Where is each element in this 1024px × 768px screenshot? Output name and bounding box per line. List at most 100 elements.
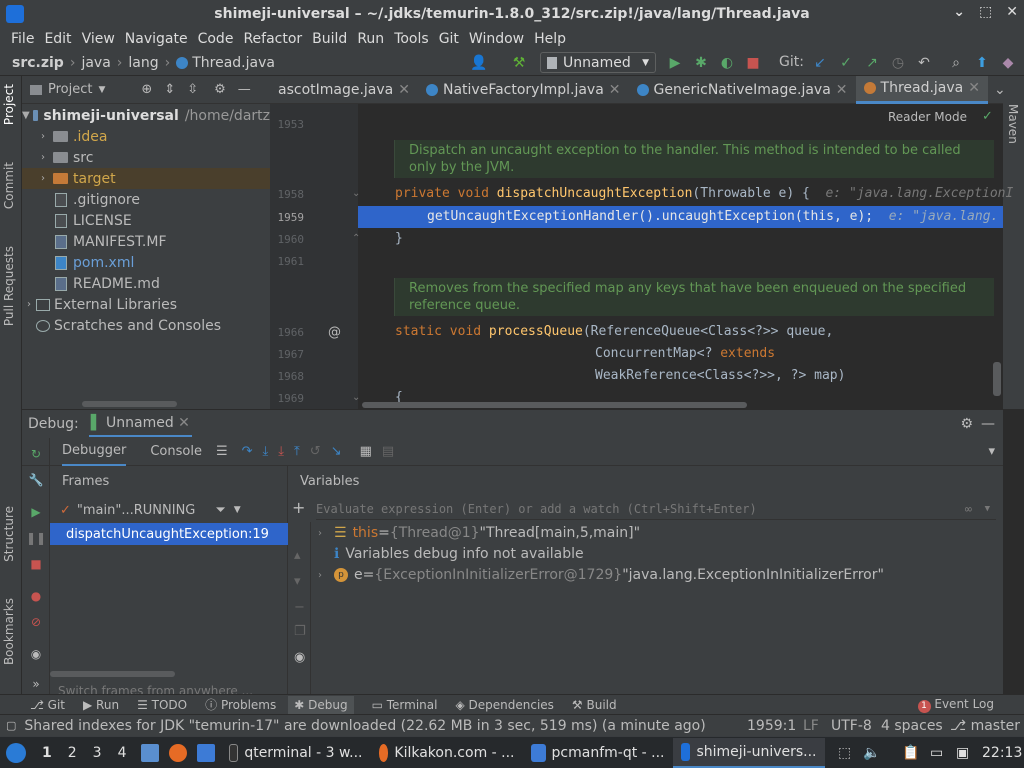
- collapse-all-icon[interactable]: ⇳: [187, 82, 198, 97]
- copy-icon[interactable]: ❐: [294, 624, 306, 639]
- task-firefox[interactable]: Kilkakon.com - ...: [371, 738, 523, 768]
- git-push-icon[interactable]: ↗: [861, 52, 883, 74]
- debug-icon[interactable]: ✱: [690, 52, 712, 74]
- down-icon[interactable]: ▾: [294, 574, 301, 589]
- step-out-icon[interactable]: ⤒: [294, 444, 300, 459]
- tab-debugger[interactable]: Debugger: [62, 437, 127, 466]
- breadcrumb-java[interactable]: java: [81, 55, 110, 71]
- clock[interactable]: 22:13: [982, 745, 1022, 761]
- file-encoding[interactable]: UTF-8: [831, 718, 872, 734]
- tool-dependencies[interactable]: ◈ Dependencies: [455, 698, 553, 712]
- tree-item-readme[interactable]: README.md: [22, 273, 270, 294]
- menu-navigate[interactable]: Navigate: [120, 31, 193, 47]
- git-branch[interactable]: ⎇ master: [950, 718, 1020, 734]
- tree-item-pom[interactable]: pom.xml: [22, 252, 270, 273]
- rollback-icon[interactable]: ↶: [913, 52, 935, 74]
- tool-debug[interactable]: ✱ Debug: [288, 695, 354, 714]
- gear-icon[interactable]: ⚙: [214, 82, 226, 97]
- menu-refactor[interactable]: Refactor: [238, 31, 307, 47]
- horizontal-scrollbar[interactable]: [82, 401, 177, 407]
- fold-icon[interactable]: ⌃: [352, 233, 360, 244]
- pause-icon[interactable]: ❚❚: [26, 530, 46, 546]
- gear-icon[interactable]: ⚙: [960, 416, 973, 432]
- settings-icon[interactable]: 🔧: [28, 472, 44, 488]
- stop-icon[interactable]: ■: [742, 52, 764, 74]
- user-icon[interactable]: 👤: [468, 52, 490, 74]
- strip-structure[interactable]: Structure: [2, 506, 16, 562]
- strip-maven[interactable]: Maven: [1006, 104, 1020, 144]
- build-hammer-icon[interactable]: ⚒: [508, 52, 530, 74]
- menu-window[interactable]: Window: [464, 31, 529, 47]
- minus-icon[interactable]: −: [294, 600, 305, 615]
- display-icon[interactable]: ▭: [930, 745, 943, 761]
- menu-tools[interactable]: Tools: [389, 31, 434, 47]
- strip-pull-requests[interactable]: Pull Requests: [2, 246, 16, 326]
- menu-help[interactable]: Help: [529, 31, 571, 47]
- camera-icon[interactable]: ◉: [28, 646, 44, 662]
- var-row-e[interactable]: › p e = {ExceptionInInitializerError@172…: [318, 567, 884, 583]
- thread-select[interactable]: ✓ "main"...RUNNING ⏷ ▼: [50, 499, 288, 521]
- status-message[interactable]: Shared indexes for JDK "temurin-17" are …: [24, 718, 705, 734]
- chevron-down-icon[interactable]: ▼: [98, 85, 105, 95]
- update-icon[interactable]: ⬆: [971, 52, 993, 74]
- workspace-4[interactable]: 4: [118, 745, 127, 761]
- step-into-icon[interactable]: ⤓: [263, 444, 269, 459]
- watch-icon[interactable]: ◉: [294, 650, 305, 665]
- layout-icon[interactable]: ▾: [988, 444, 995, 459]
- add-watch-icon[interactable]: +: [292, 498, 305, 517]
- minimize-icon[interactable]: ⌄: [953, 4, 965, 20]
- event-log[interactable]: 1 Event Log: [917, 697, 994, 713]
- tab-thread[interactable]: Thread.java ✕: [855, 75, 988, 104]
- tree-scratches[interactable]: Scratches and Consoles: [22, 315, 270, 336]
- breadcrumb-lang[interactable]: lang: [128, 55, 158, 71]
- view-breakpoints-icon[interactable]: ●: [28, 588, 44, 604]
- run-icon[interactable]: ▶: [664, 52, 686, 74]
- run-to-cursor-icon[interactable]: ↘: [331, 444, 342, 459]
- strip-commit[interactable]: Commit: [2, 162, 16, 209]
- task-pcmanfm[interactable]: pcmanfm-qt - ...: [523, 738, 673, 768]
- fold-icon[interactable]: ⌄: [352, 188, 360, 199]
- clipboard-icon[interactable]: 📋: [902, 745, 919, 761]
- strip-project[interactable]: Project: [2, 84, 16, 125]
- reader-mode-toggle[interactable]: Reader Mode: [888, 110, 967, 124]
- evaluate-icon[interactable]: ▦: [360, 444, 372, 459]
- close-icon[interactable]: ✕: [1006, 4, 1018, 20]
- tree-item-license[interactable]: LICENSE: [22, 210, 270, 231]
- line-separator[interactable]: LF: [803, 718, 819, 734]
- menu-edit[interactable]: Edit: [39, 31, 76, 47]
- tree-root[interactable]: ▼ shimeji-universal /home/dartz: [22, 105, 270, 126]
- tool-terminal[interactable]: ▭ Terminal: [372, 698, 438, 712]
- glasses-icon[interactable]: ∞: [965, 502, 972, 516]
- search-icon[interactable]: ⌕: [945, 52, 967, 74]
- tool-run[interactable]: ▶ Run: [83, 698, 119, 712]
- tabs-dropdown-icon[interactable]: ⌄: [994, 82, 1006, 98]
- tree-item-gitignore[interactable]: .gitignore: [22, 189, 270, 210]
- tool-problems[interactable]: ⓘ Problems: [205, 696, 276, 713]
- breadcrumb-srczip[interactable]: src.zip: [12, 55, 64, 71]
- locate-icon[interactable]: ⊕: [141, 82, 152, 97]
- workspace-2[interactable]: 2: [68, 745, 77, 761]
- stop-icon[interactable]: ■: [28, 556, 44, 572]
- git-update-icon[interactable]: ↙: [809, 52, 831, 74]
- up-icon[interactable]: ▴: [294, 548, 301, 563]
- tree-item-idea[interactable]: › .idea: [22, 126, 270, 147]
- menu-git[interactable]: Git: [434, 31, 464, 47]
- hide-icon[interactable]: —: [981, 416, 995, 432]
- menu-build[interactable]: Build: [307, 31, 352, 47]
- force-step-into-icon[interactable]: ⤓: [278, 444, 284, 459]
- menu-file[interactable]: File: [6, 31, 39, 47]
- tab-generic-native[interactable]: GenericNativeImage.java ✕: [629, 76, 856, 104]
- trace-icon[interactable]: ▤: [382, 444, 394, 459]
- tray-app-icon[interactable]: ▣: [956, 745, 969, 761]
- run-config-select[interactable]: Unnamed ▼: [540, 52, 656, 73]
- fold-icon[interactable]: ⌄: [352, 392, 360, 403]
- drop-frame-icon[interactable]: ↺: [310, 444, 321, 459]
- indent-setting[interactable]: 4 spaces: [881, 718, 943, 734]
- project-view-select[interactable]: Project: [48, 82, 92, 97]
- maximize-icon[interactable]: ⬚: [979, 4, 992, 20]
- strip-bookmarks[interactable]: Bookmarks: [2, 598, 16, 665]
- tool-todo[interactable]: ☰ TODO: [137, 698, 187, 712]
- hide-icon[interactable]: —: [238, 82, 251, 97]
- tree-item-target[interactable]: › target: [22, 168, 270, 189]
- debug-session-tab[interactable]: ▌ Unnamed ✕: [88, 411, 192, 437]
